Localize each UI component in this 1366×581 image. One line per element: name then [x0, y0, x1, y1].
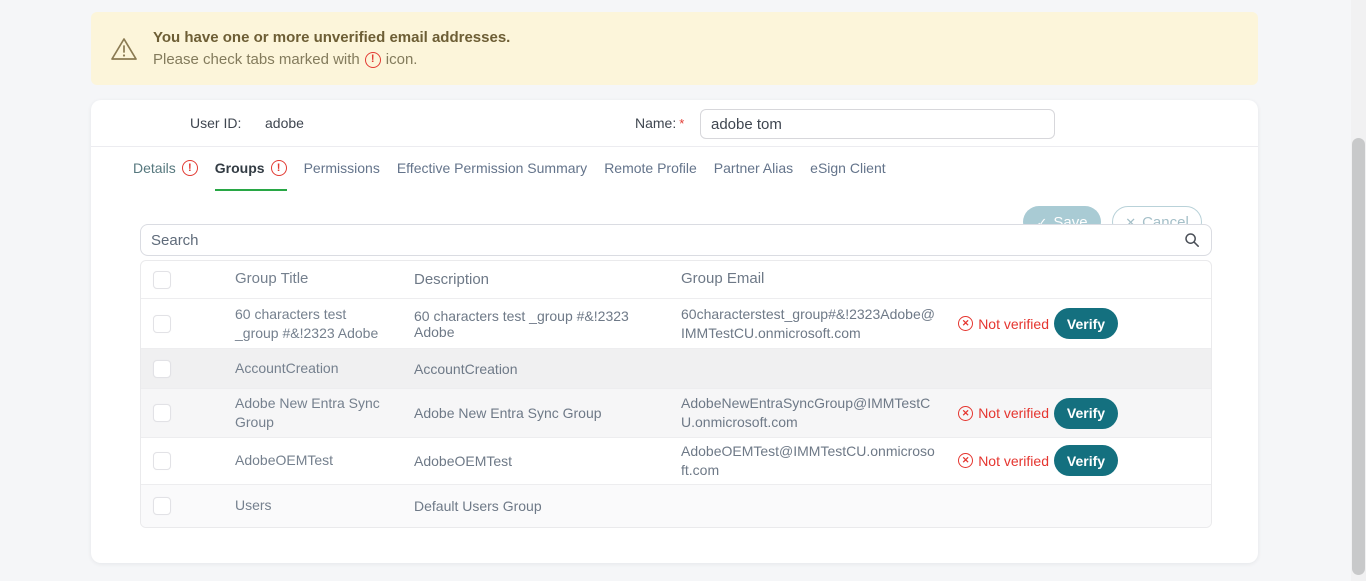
- not-verified-label: Not verified: [978, 405, 1049, 421]
- group-email-cell: AdobeOEMTest@IMMTestCU.onmicrosoft.com: [671, 438, 946, 484]
- tab-remote-profile[interactable]: Remote Profile: [604, 160, 697, 191]
- tab-label: Details: [133, 160, 176, 176]
- group-title-cell: 60 characters test _group #&!2323 Adobe: [211, 301, 401, 347]
- table-row: 60 characters test _group #&!2323 Adobe6…: [141, 299, 1211, 349]
- group-title-cell: AccountCreation: [211, 355, 401, 382]
- tab-effective-permission-summary[interactable]: Effective Permission Summary: [397, 160, 587, 191]
- row-checkbox[interactable]: [153, 497, 171, 515]
- search-input[interactable]: [140, 224, 1212, 256]
- not-verified-label: Not verified: [978, 316, 1049, 332]
- row-checkbox[interactable]: [153, 315, 171, 333]
- page: { "page": { "background": "#f5f6f8" }, "…: [0, 0, 1366, 581]
- tab-partner-alias[interactable]: Partner Alias: [714, 160, 793, 191]
- group-description-cell: Default Users Group: [401, 494, 671, 518]
- tab-label: Partner Alias: [714, 160, 793, 176]
- group-description-cell: AccountCreation: [401, 357, 671, 381]
- group-description-cell: 60 characters test _group #&!2323 Adobe: [401, 304, 671, 344]
- tab-label: Permissions: [304, 160, 380, 176]
- alert-circle-icon: !: [271, 160, 287, 176]
- header-group-title: Group Title: [211, 265, 401, 293]
- not-verified-badge: ✕ Not verified: [958, 405, 1049, 421]
- table-row: AdobeOEMTestAdobeOEMTestAdobeOEMTest@IMM…: [141, 438, 1211, 485]
- table-header-row: Group Title Description Group Email: [141, 261, 1211, 299]
- group-email-cell: AdobeNewEntraSyncGroup@IMMTestCU.onmicro…: [671, 390, 946, 436]
- tab-groups[interactable]: Groups!: [215, 160, 287, 191]
- scrollbar[interactable]: [1351, 0, 1366, 581]
- verify-button[interactable]: Verify: [1054, 445, 1118, 476]
- tab-label: eSign Client: [810, 160, 886, 176]
- not-verified-badge: ✕ Not verified: [958, 453, 1049, 469]
- tab-label: Groups: [215, 160, 265, 176]
- not-verified-label: Not verified: [978, 453, 1049, 469]
- user-identity-row: User ID: adobe Name:*: [91, 100, 1258, 147]
- row-checkbox[interactable]: [153, 360, 171, 378]
- header-group-email: Group Email: [671, 265, 946, 293]
- group-description-cell: Adobe New Entra Sync Group: [401, 401, 671, 425]
- name-label: Name:*: [635, 115, 684, 131]
- table-row: AccountCreationAccountCreation: [141, 349, 1211, 389]
- circle-x-icon: ✕: [958, 406, 973, 421]
- header-description: Description: [401, 267, 671, 292]
- group-description-cell: AdobeOEMTest: [401, 449, 671, 473]
- user-id-value: adobe: [265, 115, 304, 131]
- banner-title: You have one or more unverified email ad…: [153, 29, 510, 46]
- group-email-cell: [671, 502, 946, 510]
- circle-x-icon: ✕: [958, 453, 973, 468]
- tab-label: Effective Permission Summary: [397, 160, 587, 176]
- table-row: UsersDefault Users Group: [141, 485, 1211, 527]
- tab-list: Details!Groups!PermissionsEffective Perm…: [133, 160, 886, 191]
- banner-message: Please check tabs marked with ! icon.: [153, 51, 510, 68]
- table-row: Adobe New Entra Sync GroupAdobe New Entr…: [141, 389, 1211, 438]
- tab-bar: Details!Groups!PermissionsEffective Perm…: [91, 147, 1258, 200]
- select-all-checkbox[interactable]: [153, 271, 171, 289]
- alert-circle-icon: !: [365, 52, 381, 68]
- group-email-cell: 60characterstest_group#&!2323Adobe@IMMTe…: [671, 301, 946, 347]
- tab-details[interactable]: Details!: [133, 160, 198, 191]
- row-checkbox[interactable]: [153, 404, 171, 422]
- alert-circle-icon: !: [182, 160, 198, 176]
- not-verified-badge: ✕ Not verified: [958, 316, 1049, 332]
- unverified-email-banner: You have one or more unverified email ad…: [91, 12, 1258, 85]
- tab-esign-client[interactable]: eSign Client: [810, 160, 886, 191]
- row-checkbox[interactable]: [153, 452, 171, 470]
- group-title-cell: Users: [211, 492, 401, 519]
- group-title-cell: Adobe New Entra Sync Group: [211, 390, 401, 436]
- tab-label: Remote Profile: [604, 160, 697, 176]
- user-id-label: User ID:: [190, 115, 241, 131]
- warning-triangle-icon: [110, 36, 138, 62]
- group-email-cell: [671, 365, 946, 373]
- tab-permissions[interactable]: Permissions: [304, 160, 380, 191]
- search-icon[interactable]: [1184, 232, 1200, 248]
- user-detail-panel: User ID: adobe Name:* Details!Groups!Per…: [91, 100, 1258, 563]
- required-marker: *: [679, 116, 684, 131]
- group-title-cell: AdobeOEMTest: [211, 447, 401, 474]
- groups-table: Group Title Description Group Email 60 c…: [140, 260, 1212, 528]
- group-search: [140, 224, 1212, 256]
- name-field[interactable]: [700, 109, 1055, 139]
- verify-button[interactable]: Verify: [1054, 398, 1118, 429]
- table-body: 60 characters test _group #&!2323 Adobe6…: [141, 299, 1211, 527]
- circle-x-icon: ✕: [958, 316, 973, 331]
- verify-button[interactable]: Verify: [1054, 308, 1118, 339]
- scrollbar-thumb[interactable]: [1352, 138, 1365, 575]
